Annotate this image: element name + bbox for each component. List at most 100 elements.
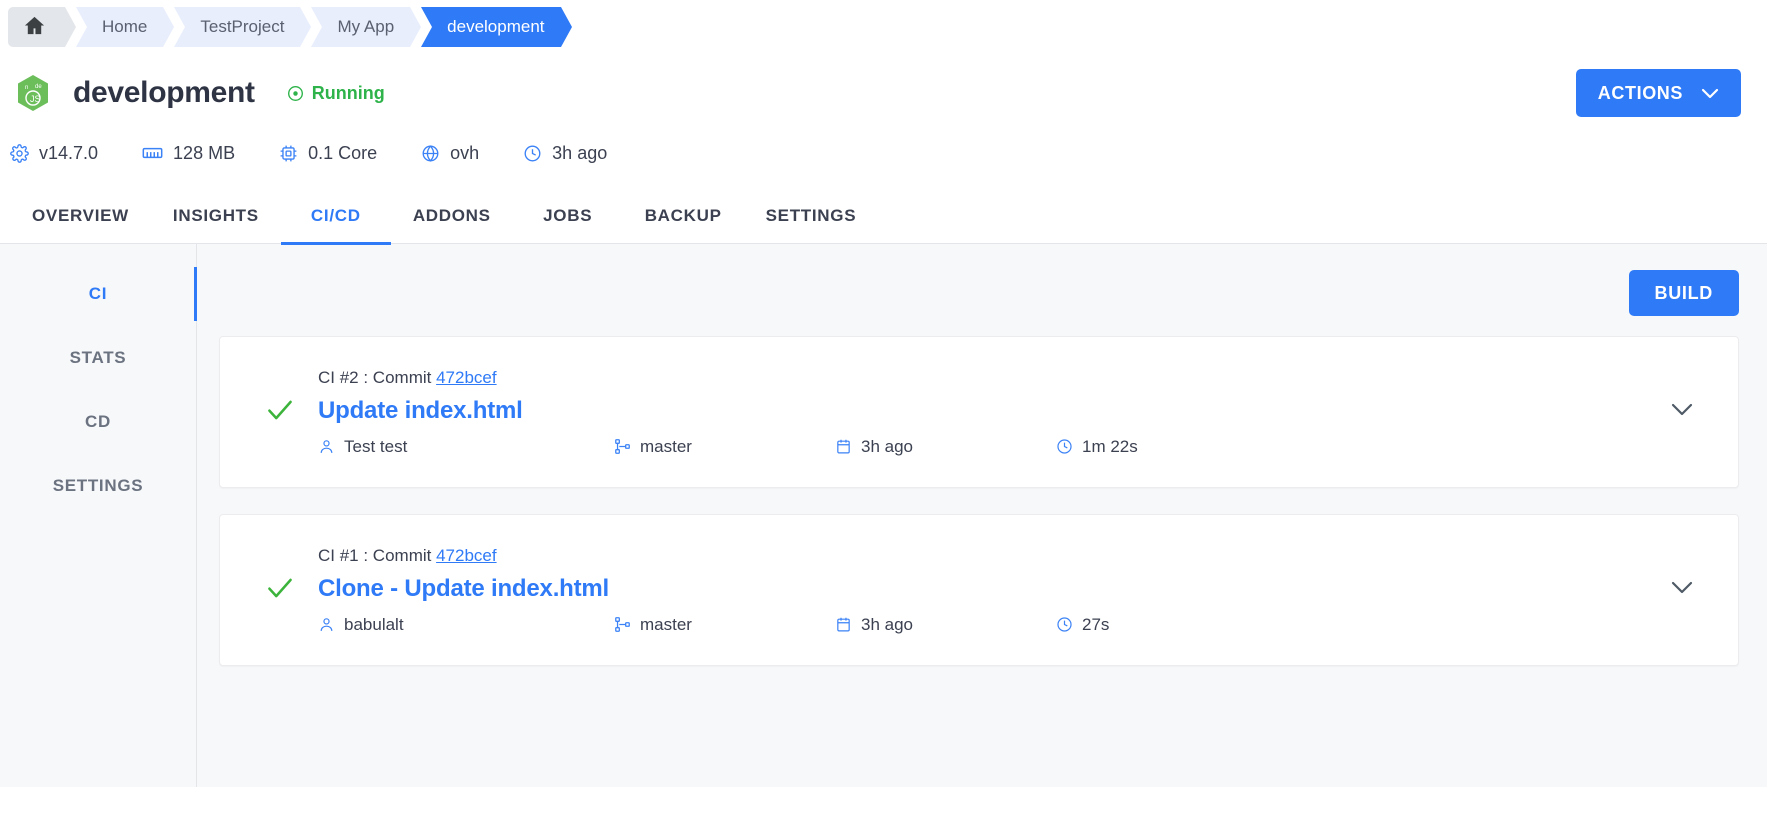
tab-label: OVERVIEW — [32, 206, 129, 225]
meta-label: 0.1 Core — [308, 142, 378, 163]
meta-cpu: 0.1 Core — [279, 143, 377, 164]
clock-icon — [1056, 438, 1073, 455]
pipeline-duration-label: 1m 22s — [1082, 436, 1138, 456]
meta-label: v14.7.0 — [39, 142, 99, 163]
pipeline-number-label: CI #2 : Commit — [318, 367, 437, 387]
tab-overview[interactable]: OVERVIEW — [10, 188, 151, 244]
pipeline-duration: 27s — [1056, 615, 1109, 635]
nodejs-logo-icon: n de JS — [16, 74, 50, 112]
pipeline-number-label: CI #1 : Commit — [318, 545, 437, 565]
tab-label: BACKUP — [644, 206, 722, 225]
pipeline-status — [242, 573, 318, 608]
meta-provider: ovh — [421, 143, 479, 164]
calendar-icon — [835, 616, 852, 633]
tab-label: JOBS — [543, 206, 593, 225]
pipeline-title[interactable]: Clone - Update index.html — [318, 575, 1652, 603]
cicd-sidebar: CI STATS CD SETTINGS — [0, 244, 197, 787]
actions-button[interactable]: ACTIONS — [1575, 69, 1741, 117]
sidebar-item-cd[interactable]: CD — [0, 390, 196, 454]
calendar-icon — [835, 438, 852, 455]
svg-text:n: n — [25, 85, 28, 91]
pipeline-branch: master — [614, 615, 835, 635]
breadcrumb-label: Home — [102, 17, 148, 36]
ci-pipeline-card[interactable]: CI #2 : Commit 472bcef Update index.html… — [219, 336, 1739, 488]
breadcrumb-item-development[interactable]: development — [421, 7, 572, 47]
person-icon — [318, 616, 335, 633]
breadcrumb-home[interactable] — [8, 7, 76, 47]
breadcrumb-item-testproject[interactable]: TestProject — [174, 7, 312, 47]
ci-pipeline-card[interactable]: CI #1 : Commit 472bcef Clone - Update in… — [219, 514, 1739, 666]
tab-label: CI/CD — [310, 206, 361, 225]
pipeline-branch-label: master — [640, 436, 692, 456]
breadcrumb-item-home[interactable]: Home — [76, 7, 175, 47]
tab-backup[interactable]: BACKUP — [623, 188, 744, 244]
pipeline-subtitle: CI #1 : Commit 472bcef — [318, 546, 1652, 566]
pipeline-date: 3h ago — [835, 615, 1056, 635]
meta-runtime-version: v14.7.0 — [10, 143, 98, 164]
meta-label: 3h ago — [552, 142, 608, 163]
pipeline-branch: master — [614, 437, 835, 457]
build-button-label: BUILD — [1654, 282, 1713, 303]
ci-content: BUILD CI #2 : Commit 472bcef Update inde… — [197, 244, 1767, 787]
breadcrumb-item-my-app[interactable]: My App — [311, 7, 421, 47]
pipeline-author-label: babulalt — [344, 614, 404, 634]
home-icon — [22, 14, 47, 41]
pipeline-author-label: Test test — [344, 436, 408, 456]
meta-updated: 3h ago — [523, 143, 607, 164]
pipeline-date: 3h ago — [835, 437, 1056, 457]
meta-memory: 128 MB — [142, 143, 235, 164]
tab-insights[interactable]: INSIGHTS — [151, 188, 281, 244]
build-button[interactable]: BUILD — [1628, 270, 1739, 316]
gear-icon — [10, 143, 29, 163]
tab-bar: OVERVIEW INSIGHTS CI/CD ADDONS JOBS BACK… — [0, 188, 1767, 245]
memory-icon — [142, 146, 163, 160]
sidebar-item-settings[interactable]: SETTINGS — [0, 454, 196, 518]
pipeline-subtitle: CI #2 : Commit 472bcef — [318, 368, 1652, 388]
pipeline-duration: 1m 22s — [1056, 437, 1138, 457]
check-icon — [265, 573, 295, 608]
svg-text:JS: JS — [30, 94, 41, 104]
sidebar-item-ci[interactable]: CI — [0, 262, 197, 326]
tab-cicd[interactable]: CI/CD — [280, 188, 391, 245]
pipeline-date-label: 3h ago — [861, 614, 913, 634]
pipeline-author: Test test — [318, 437, 614, 457]
breadcrumb-bar: Home TestProject My App development — [0, 0, 1767, 54]
actions-button-label: ACTIONS — [1597, 82, 1683, 103]
meta-label: ovh — [450, 142, 480, 163]
page-title: development — [73, 76, 255, 109]
breadcrumb: Home TestProject My App development — [8, 7, 572, 47]
tab-settings[interactable]: SETTINGS — [744, 188, 879, 244]
tab-addons[interactable]: ADDONS — [391, 188, 513, 244]
pipeline-date-label: 3h ago — [861, 436, 913, 456]
pipeline-title[interactable]: Update index.html — [318, 397, 1652, 425]
commit-link[interactable]: 472bcef — [436, 546, 497, 565]
status-dot-icon — [287, 85, 304, 102]
cpu-icon — [279, 144, 298, 163]
clock-icon — [523, 144, 542, 163]
pipeline-status — [242, 395, 318, 430]
breadcrumb-label: TestProject — [200, 17, 285, 36]
app-header: n de JS development Running ACTIONS — [0, 54, 1767, 118]
tab-label: INSIGHTS — [172, 206, 259, 225]
commit-link[interactable]: 472bcef — [436, 368, 497, 387]
breadcrumb-label: development — [447, 17, 545, 36]
pipeline-meta: Test test master 3h ago 1m 22s — [318, 437, 1652, 457]
status-label: Running — [311, 82, 385, 103]
sidebar-item-label: CD — [85, 412, 111, 431]
check-icon — [265, 395, 295, 430]
tab-jobs[interactable]: JOBS — [513, 188, 623, 244]
pipeline-expand-button[interactable] — [1652, 403, 1712, 421]
sidebar-item-label: CI — [88, 284, 108, 303]
body-area: CI STATS CD SETTINGS BUILD CI #2 : Commi… — [0, 244, 1767, 787]
branch-icon — [614, 438, 631, 455]
pipeline-expand-button[interactable] — [1652, 581, 1712, 599]
chevron-down-icon — [1671, 403, 1693, 421]
clock-icon — [1056, 616, 1073, 633]
sidebar-item-stats[interactable]: STATS — [0, 326, 196, 390]
breadcrumb-label: My App — [337, 17, 395, 36]
status-badge: Running — [287, 83, 385, 104]
chevron-down-icon — [1671, 581, 1693, 599]
sidebar-item-label: SETTINGS — [52, 476, 144, 495]
build-toolbar: BUILD — [219, 244, 1739, 336]
pipeline-author: babulalt — [318, 615, 614, 635]
